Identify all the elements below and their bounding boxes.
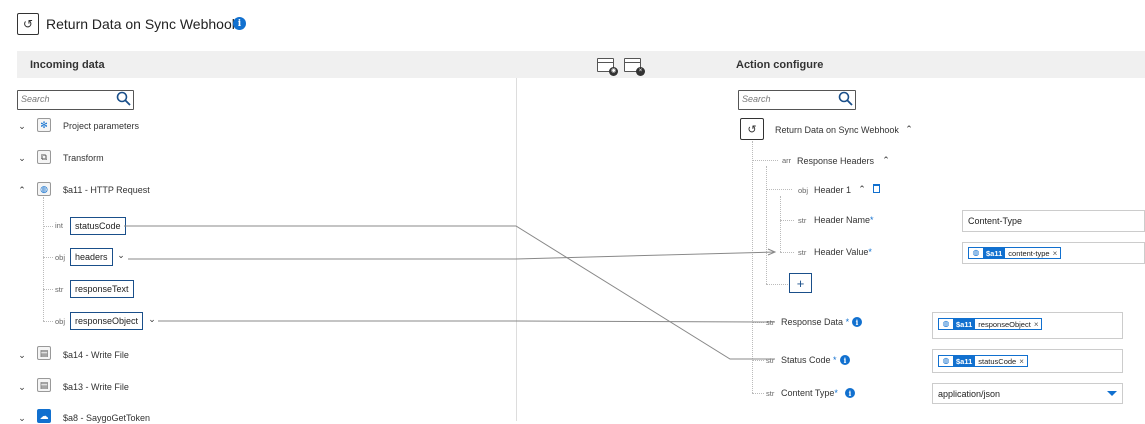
column-divider bbox=[516, 78, 517, 421]
tree-connector bbox=[752, 322, 764, 323]
link-headers bbox=[128, 251, 776, 260]
field-responseobject[interactable]: responseObject bbox=[70, 312, 144, 330]
globe-icon: ◍ bbox=[941, 319, 951, 329]
header-name-input[interactable]: Content-Type bbox=[962, 210, 1145, 232]
chip-remove-icon[interactable]: × bbox=[1053, 249, 1061, 258]
action-root-label[interactable]: Return Data on Sync Webhook bbox=[775, 125, 899, 135]
add-header-button[interactable]: + bbox=[789, 273, 812, 293]
webhook-action-icon: ↺ bbox=[740, 118, 764, 140]
status-code-input[interactable]: ◍ $a11 statusCode × bbox=[932, 349, 1123, 373]
link-responseobject bbox=[158, 320, 776, 323]
mapped-chip[interactable]: ◍ $a11 statusCode × bbox=[938, 355, 1028, 367]
info-icon[interactable]: i bbox=[840, 355, 850, 365]
node-write-file-a14[interactable]: $a14 - Write File bbox=[63, 350, 129, 360]
header-value-input[interactable]: ◍ $a11 content-type × bbox=[962, 242, 1145, 264]
expand-chevron[interactable]: ⌄ bbox=[17, 121, 27, 132]
tree-connector bbox=[43, 257, 53, 258]
expand-chevron[interactable]: ⌄ bbox=[17, 350, 27, 361]
node-http-request[interactable]: $a11 - HTTP Request bbox=[63, 185, 150, 195]
info-icon[interactable]: i bbox=[233, 17, 246, 30]
clear-mapping-icon[interactable]: × bbox=[624, 58, 645, 76]
type-tag: arr bbox=[782, 156, 792, 165]
webhook-action-icon: ↺ bbox=[17, 13, 39, 35]
node-write-file-a13[interactable]: $a13 - Write File bbox=[63, 382, 129, 392]
expand-chevron[interactable]: ⌄ bbox=[17, 153, 27, 164]
expand-chevron[interactable]: ⌄ bbox=[17, 413, 27, 424]
type-tag: str bbox=[766, 356, 775, 365]
tree-connector bbox=[766, 166, 767, 284]
chip-remove-icon[interactable]: × bbox=[1034, 320, 1042, 329]
action-configure-heading: Action configure bbox=[736, 59, 824, 71]
response-headers-label[interactable]: Response Headers bbox=[797, 156, 874, 166]
header-name-label: Header Name* bbox=[814, 215, 874, 225]
link-statuscode bbox=[124, 225, 775, 360]
type-tag: obj bbox=[798, 186, 809, 195]
tree-connector bbox=[752, 141, 753, 393]
type-tag: obj bbox=[55, 317, 66, 326]
globe-icon: ◍ bbox=[971, 248, 981, 258]
mapped-chip[interactable]: ◍ $a11 responseObject × bbox=[938, 318, 1043, 330]
header-1-label[interactable]: Header 1 bbox=[814, 185, 851, 195]
collapse-chevron[interactable]: ⌃ bbox=[857, 184, 867, 195]
node-saygo-get-token[interactable]: $a8 - SaygoGetToken bbox=[63, 413, 150, 423]
type-tag: obj bbox=[55, 253, 66, 262]
tree-connector bbox=[43, 289, 53, 290]
delete-icon[interactable] bbox=[873, 184, 880, 193]
type-tag: str bbox=[766, 318, 775, 327]
tree-connector bbox=[43, 226, 53, 227]
mapped-chip[interactable]: ◍ $a11 content-type × bbox=[968, 247, 1062, 259]
field-statuscode[interactable]: statusCode bbox=[70, 217, 126, 235]
expand-chevron[interactable]: ⌄ bbox=[147, 314, 157, 325]
tree-connector bbox=[43, 197, 44, 321]
chevron-down-icon[interactable] bbox=[1107, 391, 1117, 396]
type-tag: str bbox=[798, 216, 807, 225]
tree-connector bbox=[752, 160, 778, 161]
info-icon[interactable]: i bbox=[845, 388, 855, 398]
file-icon: ▤ bbox=[37, 346, 51, 360]
tree-connector bbox=[780, 220, 794, 221]
collapse-chevron[interactable]: ⌃ bbox=[904, 124, 914, 135]
tree-connector bbox=[766, 284, 788, 285]
search-icon[interactable] bbox=[115, 90, 132, 107]
globe-icon: ◍ bbox=[941, 356, 951, 366]
node-project-parameters[interactable]: Project parameters bbox=[63, 121, 139, 131]
node-transform[interactable]: Transform bbox=[63, 153, 104, 163]
tree-connector bbox=[752, 393, 764, 394]
tree-connector bbox=[752, 360, 764, 361]
search-icon[interactable] bbox=[837, 90, 854, 107]
collapse-chevron[interactable]: ⌃ bbox=[17, 185, 27, 196]
link-arrow bbox=[767, 248, 777, 256]
expand-chevron[interactable]: ⌄ bbox=[116, 250, 126, 261]
header-value-label: Header Value* bbox=[814, 247, 872, 257]
tree-connector bbox=[780, 196, 781, 252]
incoming-data-heading: Incoming data bbox=[30, 59, 105, 71]
file-icon: ▤ bbox=[37, 378, 51, 392]
show-mapped-icon[interactable]: ◉ bbox=[597, 58, 618, 76]
tree-connector bbox=[780, 252, 794, 253]
type-tag: int bbox=[55, 221, 63, 230]
transform-icon: ⧉ bbox=[37, 150, 51, 164]
settings-icon: ✻ bbox=[37, 118, 51, 132]
page-title: Return Data on Sync Webhook bbox=[46, 16, 239, 32]
tree-connector bbox=[766, 189, 792, 190]
globe-icon: ◍ bbox=[37, 182, 51, 196]
field-responsetext[interactable]: responseText bbox=[70, 280, 134, 298]
type-tag: str bbox=[55, 285, 64, 294]
type-tag: str bbox=[798, 248, 807, 257]
field-headers[interactable]: headers bbox=[70, 248, 113, 266]
expand-chevron[interactable]: ⌄ bbox=[17, 382, 27, 393]
response-data-label: Response Data * bbox=[781, 317, 850, 327]
status-code-label: Status Code * bbox=[781, 355, 837, 365]
tree-connector bbox=[43, 321, 53, 322]
collapse-chevron[interactable]: ⌃ bbox=[881, 155, 891, 166]
chip-remove-icon[interactable]: × bbox=[1019, 357, 1027, 366]
panel-header-bar bbox=[17, 51, 1145, 78]
type-tag: str bbox=[766, 389, 775, 398]
info-icon[interactable]: i bbox=[852, 317, 862, 327]
content-type-select[interactable]: application/json bbox=[932, 383, 1123, 404]
response-data-input[interactable]: ◍ $a11 responseObject × bbox=[932, 312, 1123, 339]
content-type-label: Content Type* bbox=[781, 388, 838, 398]
